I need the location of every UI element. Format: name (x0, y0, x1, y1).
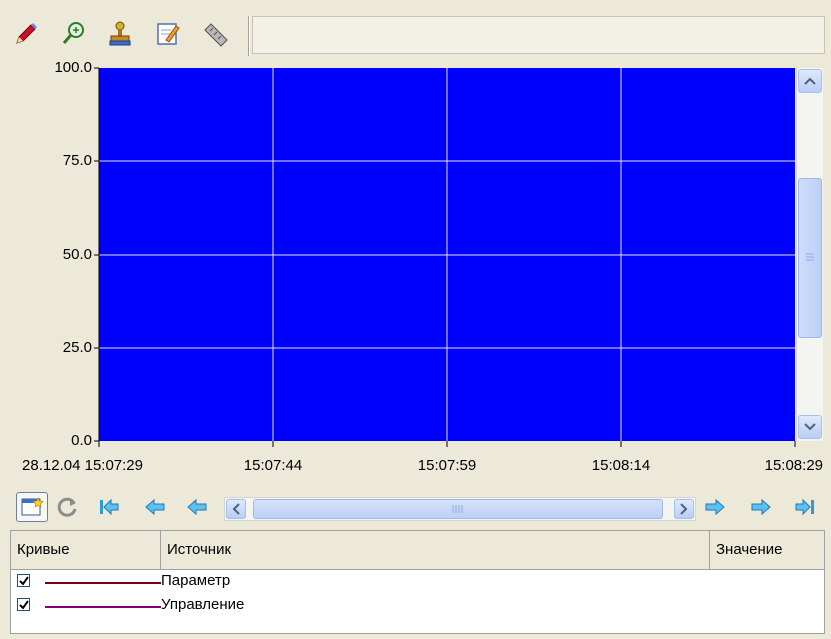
stamp-icon[interactable] (104, 18, 136, 50)
next-page-icon[interactable] (746, 492, 776, 522)
legend-table: Кривые Источник Значение Параметр Управл… (10, 530, 825, 634)
curve-checkbox[interactable] (17, 574, 30, 587)
column-header-source[interactable]: Источник (161, 531, 710, 569)
x-tick-label: 15:07:44 (243, 457, 303, 474)
zoom-icon[interactable] (58, 18, 90, 50)
grip-icon (452, 505, 463, 513)
ruler-icon[interactable] (200, 18, 232, 50)
vertical-scrollbar[interactable] (796, 68, 823, 441)
scroll-up-button[interactable] (798, 69, 822, 93)
toolbar-empty-area (252, 16, 825, 54)
curve-color-line (45, 606, 161, 608)
chevron-up-icon (804, 77, 816, 85)
navigation-bar (8, 488, 827, 528)
x-tick-label: 28.12.04 15:07:29 (22, 457, 143, 474)
prev-icon[interactable] (182, 492, 212, 522)
legend-row[interactable]: Управление (11, 595, 824, 617)
chevron-down-icon (804, 423, 816, 431)
chart-panel: 100.0 75.0 50.0 25.0 0.0 28.12.04 15:07:29 15… (8, 58, 827, 486)
horizontal-scroll-thumb[interactable] (253, 499, 663, 519)
curve-color-line (45, 582, 161, 584)
curve-source: Параметр (161, 572, 231, 589)
x-tick-label: 15:08:29 (764, 457, 823, 474)
vertical-scroll-thumb[interactable] (798, 178, 822, 338)
column-header-value[interactable]: Значение (710, 531, 824, 569)
chevron-left-icon (232, 503, 240, 515)
x-tick-label: 15:07:59 (417, 457, 477, 474)
legend-header: Кривые Источник Значение (11, 531, 824, 570)
curve-source: Управление (161, 596, 245, 613)
pencil-icon[interactable] (10, 18, 42, 50)
scroll-right-button[interactable] (674, 499, 694, 519)
checkmark-icon (18, 599, 29, 610)
x-tick-label: 15:08:14 (591, 457, 651, 474)
next-icon[interactable] (700, 492, 730, 522)
chart-toolbar (8, 14, 827, 58)
checkmark-icon (18, 575, 29, 586)
prev-page-icon[interactable] (140, 492, 170, 522)
axis-ticks (94, 67, 796, 447)
refresh-icon[interactable] (52, 492, 82, 522)
first-icon[interactable] (94, 492, 124, 522)
column-header-curves[interactable]: Кривые (11, 531, 161, 569)
legend-row[interactable]: Параметр (11, 571, 824, 593)
edit-note-icon[interactable] (152, 18, 184, 50)
new-icon[interactable] (16, 492, 48, 522)
grip-icon (806, 253, 814, 261)
horizontal-scrollbar[interactable] (224, 497, 696, 521)
toolbar-separator (248, 16, 250, 56)
scroll-left-button[interactable] (226, 499, 246, 519)
last-icon[interactable] (790, 492, 820, 522)
chevron-right-icon (680, 503, 688, 515)
curve-checkbox[interactable] (17, 598, 30, 611)
scroll-down-button[interactable] (798, 415, 822, 439)
